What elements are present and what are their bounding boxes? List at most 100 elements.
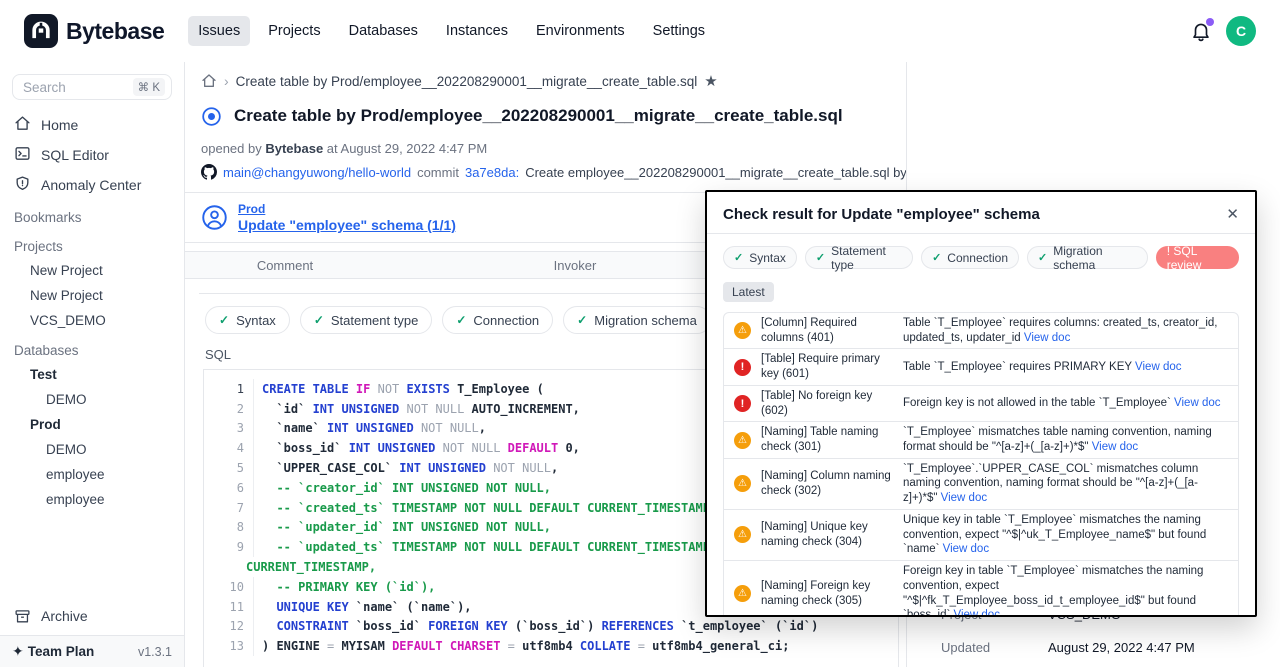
check-result-row: ⚠[Naming] Foreign key naming check (305)… [724,560,1238,617]
check-pill-migration-schema[interactable]: ✓Migration schema [563,306,711,334]
warning-icon: ⚠ [734,322,751,339]
code-text: `id` INT UNSIGNED NOT NULL AUTO_INCREMEN… [254,402,580,416]
rule-detail: Unique key in table `T_Employee` mismatc… [903,513,1228,557]
check-result-row: ⚠[Naming] Table naming check (301)`T_Emp… [724,421,1238,457]
check-result-row: ⚠[Naming] Column naming check (302)`T_Em… [724,458,1238,509]
bytebase-logo[interactable]: Bytebase [24,14,164,48]
check-pill-sql-review[interactable]: ! SQL review [1156,246,1239,269]
check-pill-connection[interactable]: ✓Connection [442,306,553,334]
check-result-row: ⚠[Column] Required columns (401)Table `T… [724,313,1238,348]
vcs-commit-word: commit [417,165,459,180]
code-line: 12 CONSTRAINT `boss_id` FOREIGN KEY (`bo… [204,617,898,637]
sidebar-item-sql-editor[interactable]: SQL Editor [0,140,184,170]
sidebar-item-new-project[interactable]: New Project [0,258,184,283]
sidebar-item-home[interactable]: Home [0,110,184,140]
view-doc-link[interactable]: View doc [1092,441,1138,453]
check-icon: ✓ [1038,251,1047,264]
check-result-row: ![Table] No foreign key (602)Foreign key… [724,385,1238,421]
app-version: v1.3.1 [138,645,172,659]
line-number: 6 [204,478,254,498]
rule-detail: `T_Employee` mismatches table naming con… [903,425,1228,454]
issue-status-icon [201,106,222,127]
line-number: 8 [204,518,254,538]
check-pill-migration-schema[interactable]: ✓Migration schema [1027,246,1148,269]
stage-task-link[interactable]: Update "employee" schema (1/1) [238,217,456,233]
view-doc-link[interactable]: View doc [941,492,987,504]
sidebar-item-label: Home [41,117,78,133]
view-doc-link[interactable]: View doc [1135,361,1181,373]
nav-item-issues[interactable]: Issues [188,16,250,46]
notification-bell-icon[interactable] [1190,19,1212,43]
bookmark-star-icon[interactable]: ★ [704,72,717,90]
sidebar-item-label: SQL Editor [41,147,109,163]
check-pill-syntax[interactable]: ✓Syntax [723,246,797,269]
search-placeholder: Search [23,80,133,95]
sidebar-item-employee[interactable]: employee [0,462,184,487]
modal-header: Check result for Update "employee" schem… [723,205,1239,223]
check-pill-label: Migration schema [594,313,697,328]
error-icon: ! [734,359,751,376]
rule-name: [Naming] Foreign key naming check (305) [761,579,893,608]
nav-item-projects[interactable]: Projects [258,16,330,46]
sidebar-item-test[interactable]: Test [0,362,184,387]
code-text: -- PRIMARY KEY (`id`), [254,580,435,594]
nav-item-settings[interactable]: Settings [643,16,715,46]
code-text: CREATE TABLE IF NOT EXISTS T_Employee ( [254,382,544,396]
view-doc-link[interactable]: View doc [1174,397,1220,409]
sidebar-item-demo[interactable]: DEMO [0,437,184,462]
check-pill-label: Syntax [749,251,786,265]
vcs-commit-hash-link[interactable]: 3a7e8da: [465,165,519,180]
close-icon[interactable]: ✕ [1226,205,1239,223]
view-doc-link[interactable]: View doc [1024,332,1070,344]
rule-detail: Foreign key in table `T_Employee` mismat… [903,564,1228,617]
sidebar-item-label: Anomaly Center [41,177,141,193]
warning-icon: ⚠ [734,432,751,449]
rule-name: [Naming] Unique key naming check (304) [761,520,893,549]
sidebar-item-new-project[interactable]: New Project [0,283,184,308]
code-text: `name` INT UNSIGNED NOT NULL, [254,421,486,435]
search-input[interactable]: Search ⌘ K [12,74,172,100]
line-number: 5 [204,458,254,478]
line-number: 3 [204,419,254,439]
nav-item-environments[interactable]: Environments [526,16,635,46]
sidebar-item-demo[interactable]: DEMO [0,387,184,412]
sql-editor-icon [14,145,31,165]
plan-sparkle-icon: ✦ [12,643,24,660]
rule-detail: Table `T_Employee` requires PRIMARY KEY … [903,360,1228,375]
rule-name: [Table] No foreign key (602) [761,389,893,418]
vcs-branch-link[interactable]: main@changyuwong/hello-world [223,165,411,180]
sidebar-item-employee[interactable]: employee [0,487,184,512]
plan-label: Team Plan [28,644,95,659]
sidebar-item-vcs-demo[interactable]: VCS_DEMO [0,308,184,333]
check-pill-statement-type[interactable]: ✓Statement type [805,246,913,269]
top-navbar: Bytebase Issues Projects Databases Instance… [0,0,1280,62]
breadcrumb-home-icon[interactable] [201,73,217,89]
check-pill-connection[interactable]: ✓Connection [921,246,1019,269]
stage-environment-link[interactable]: Prod [238,202,456,216]
check-pill-statement-type[interactable]: ✓Statement type [300,306,433,334]
code-text: ) ENGINE = MYISAM DEFAULT CHARSET = utf8… [254,639,789,653]
github-icon [201,164,217,180]
sidebar-item-anomaly-center[interactable]: Anomaly Center [0,170,184,200]
sidebar-item-archive[interactable]: Archive [0,601,184,631]
opened-author: Bytebase [265,141,323,156]
opened-prefix: opened by [201,141,262,156]
error-icon: ! [734,395,751,412]
nav-item-databases[interactable]: Databases [339,16,428,46]
latest-tag[interactable]: Latest [723,282,774,302]
section-label-databases: Databases [0,333,184,362]
sidebar-item-prod[interactable]: Prod [0,412,184,437]
code-text: CONSTRAINT `boss_id` FOREIGN KEY (`boss_… [254,619,818,633]
view-doc-link[interactable]: View doc [954,609,1000,617]
sidebar-footer[interactable]: ✦ Team Plan v1.3.1 [0,635,184,667]
search-shortcut-kbd: ⌘ K [133,78,165,96]
view-doc-link[interactable]: View doc [943,543,989,555]
check-pill-syntax[interactable]: ✓Syntax [205,306,290,334]
breadcrumb-title[interactable]: Create table by Prod/employee__202208290… [236,74,698,89]
code-text: -- `updater_id` INT UNSIGNED NOT NULL, [254,520,551,534]
code-text: `boss_id` INT UNSIGNED NOT NULL DEFAULT … [254,441,580,455]
check-pill-label: Connection [473,313,539,328]
nav-item-instances[interactable]: Instances [436,16,518,46]
avatar[interactable]: C [1226,16,1256,46]
line-number: 9 [204,537,254,557]
